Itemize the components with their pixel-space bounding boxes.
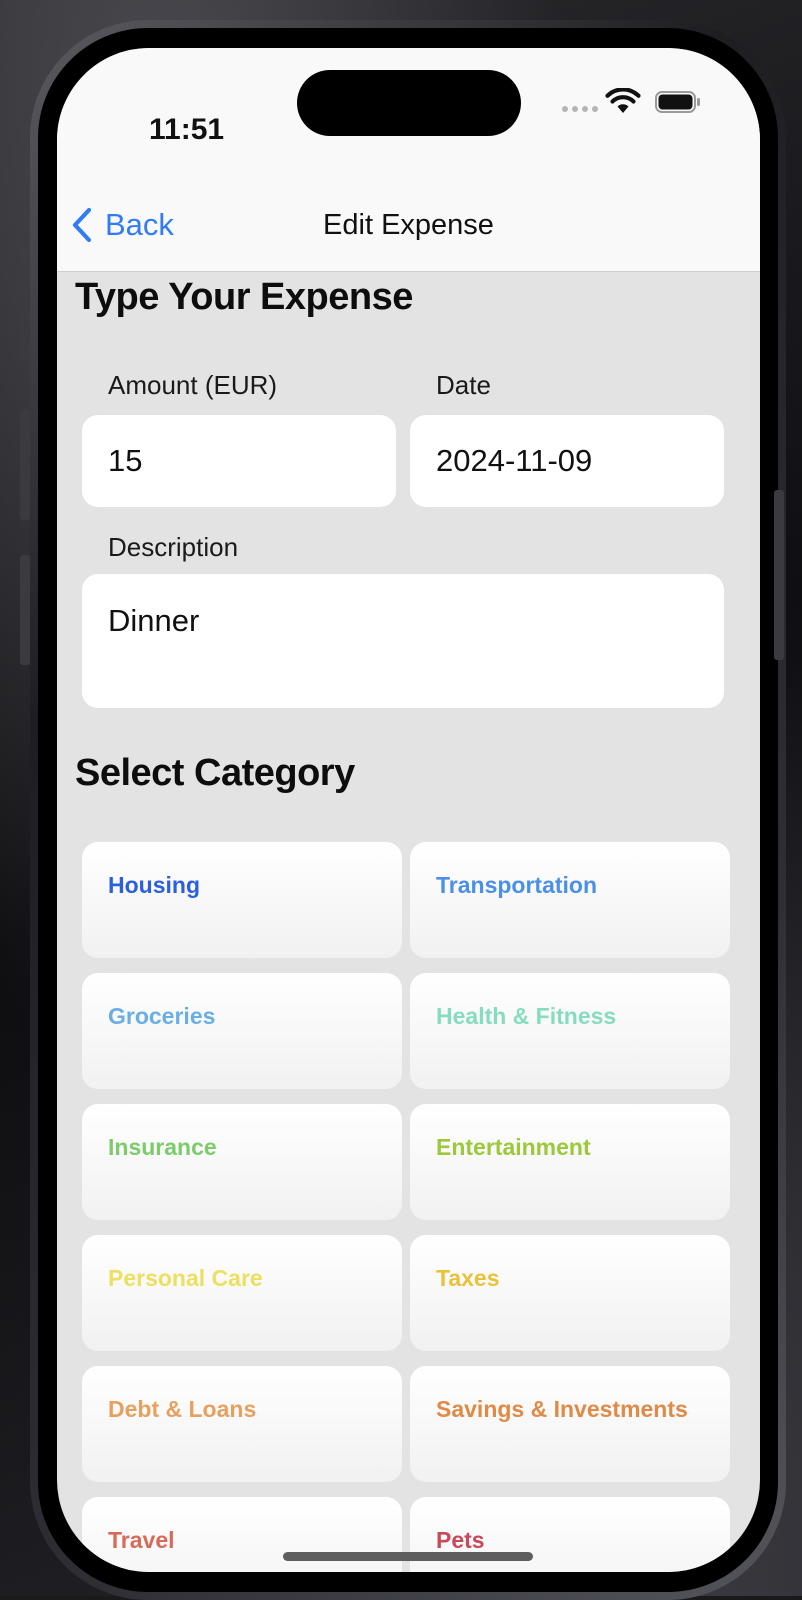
category-label: Travel [108, 1527, 175, 1553]
category-card[interactable]: Health & Fitness [410, 973, 730, 1089]
side-button-action [20, 300, 30, 360]
amount-input[interactable]: 15 [82, 415, 396, 507]
category-label: Savings & Investments [436, 1396, 688, 1422]
category-card[interactable]: Transportation [410, 842, 730, 958]
dynamic-island [297, 70, 521, 136]
side-button-volume-down [20, 555, 30, 665]
battery-icon [655, 91, 700, 113]
date-label: Date [436, 370, 491, 400]
date-input[interactable]: 2024-11-09 [410, 415, 724, 507]
navigation-bar: Edit Expense Back [57, 178, 760, 272]
category-card[interactable]: Entertainment [410, 1104, 730, 1220]
category-card[interactable]: Groceries [82, 973, 402, 1089]
status-bar: 11:51 [57, 48, 760, 178]
category-card[interactable]: Insurance [82, 1104, 402, 1220]
category-label: Transportation [436, 872, 598, 898]
amount-label: Amount (EUR) [108, 370, 278, 400]
back-label: Back [105, 207, 174, 242]
app-screen: 11:51 Edit Expense Back Type Your Expens… [57, 48, 760, 1572]
category-label: Taxes [436, 1265, 500, 1291]
category-label: Entertainment [436, 1134, 591, 1160]
category-label: Pets [436, 1527, 485, 1553]
category-card[interactable]: Debt & Loans [82, 1366, 402, 1482]
chevron-left-icon [72, 207, 92, 243]
back-button[interactable]: Back [71, 178, 174, 272]
category-label: Insurance [108, 1134, 217, 1160]
category-card[interactable]: Housing [82, 842, 402, 958]
category-card[interactable]: Savings & Investments [410, 1366, 730, 1482]
category-label: Debt & Loans [108, 1396, 257, 1422]
description-label: Description [108, 532, 239, 562]
home-indicator[interactable] [283, 1552, 533, 1561]
category-label: Housing [108, 872, 200, 898]
wifi-icon [605, 88, 641, 113]
side-button-power [774, 490, 784, 660]
side-button-volume-up [20, 410, 30, 520]
category-label: Health & Fitness [436, 1003, 617, 1029]
category-card[interactable]: Taxes [410, 1235, 730, 1351]
category-section-title: Select Category [75, 752, 355, 794]
form-section-title: Type Your Expense [75, 276, 413, 318]
category-label: Groceries [108, 1003, 216, 1029]
description-input[interactable]: Dinner [82, 574, 724, 708]
cellular-signal-icon [562, 106, 598, 112]
status-time: 11:51 [149, 113, 225, 146]
category-label: Personal Care [108, 1265, 263, 1291]
category-card[interactable]: Personal Care [82, 1235, 402, 1351]
